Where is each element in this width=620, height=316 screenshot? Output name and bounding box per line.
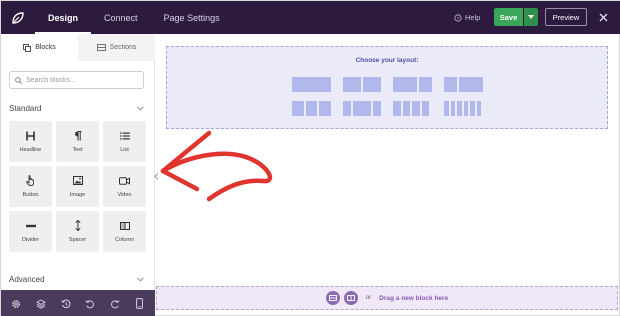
block-label: List bbox=[120, 147, 129, 153]
tab-design[interactable]: Design bbox=[35, 1, 92, 34]
help-link[interactable]: ? Help bbox=[454, 1, 480, 34]
list-icon bbox=[119, 130, 130, 141]
tab-sections-label: Sections bbox=[109, 44, 137, 51]
tab-connect[interactable]: Connect bbox=[91, 1, 151, 34]
sections-icon bbox=[96, 44, 106, 51]
help-label: Help bbox=[465, 13, 481, 22]
block-label: Text bbox=[72, 147, 83, 153]
block-text[interactable]: Text bbox=[56, 121, 99, 162]
save-button[interactable]: Save bbox=[494, 8, 523, 26]
redo-icon[interactable] bbox=[108, 297, 122, 311]
drop-or-label: or bbox=[365, 295, 372, 301]
history-icon[interactable] bbox=[59, 297, 73, 311]
layers-icon[interactable] bbox=[34, 297, 48, 311]
block-label: Divider bbox=[21, 237, 40, 243]
drop-hint-text: Drag a new block here bbox=[379, 294, 449, 302]
block-label: Column bbox=[115, 237, 134, 243]
save-dropdown-button[interactable] bbox=[524, 8, 538, 26]
video-icon bbox=[119, 175, 130, 186]
layout-chooser: Choose your layout: bbox=[166, 46, 608, 129]
block-headline[interactable]: Headline bbox=[9, 121, 52, 162]
layout-option-4-col[interactable] bbox=[393, 101, 429, 116]
tab-blocks-label: Blocks bbox=[35, 44, 56, 51]
advanced-label: Advanced bbox=[9, 274, 45, 284]
advanced-section-toggle[interactable]: Advanced bbox=[9, 272, 144, 286]
add-row-button[interactable] bbox=[343, 291, 358, 305]
divider-icon bbox=[25, 220, 36, 231]
save-group: Save bbox=[494, 8, 538, 26]
sidebar-tabs: Blocks Sections bbox=[1, 34, 155, 61]
top-bar: Design Connect Page Settings ? Help Save… bbox=[1, 1, 620, 34]
chevron-down-icon bbox=[137, 276, 144, 282]
help-icon: ? bbox=[454, 13, 462, 21]
block-spacer[interactable]: Spacer bbox=[56, 211, 99, 252]
svg-text:?: ? bbox=[457, 15, 460, 21]
block-column[interactable]: Column bbox=[103, 211, 146, 252]
block-image[interactable]: Image bbox=[56, 166, 99, 207]
chevron-down-icon bbox=[137, 105, 144, 111]
columns-icon bbox=[346, 295, 355, 301]
layout-option-3-col[interactable] bbox=[292, 101, 331, 116]
drop-zone[interactable]: or Drag a new block here bbox=[156, 286, 618, 310]
spacer-icon bbox=[74, 220, 81, 231]
settings-icon[interactable] bbox=[9, 297, 23, 311]
standard-label: Standard bbox=[9, 103, 42, 113]
seedprod-logo-icon[interactable] bbox=[1, 1, 35, 34]
column-icon bbox=[119, 220, 130, 231]
layout-option-6-col[interactable] bbox=[444, 101, 481, 116]
block-divider[interactable]: Divider bbox=[9, 211, 52, 252]
block-label: Image bbox=[69, 192, 86, 198]
search-input[interactable] bbox=[26, 76, 136, 84]
search-icon bbox=[15, 76, 22, 84]
layout-option-2-col[interactable] bbox=[343, 77, 381, 92]
block-label: Button bbox=[22, 192, 39, 198]
tab-page-settings[interactable]: Page Settings bbox=[151, 1, 233, 34]
block-video[interactable]: Video bbox=[103, 166, 146, 207]
preview-button[interactable]: Preview bbox=[545, 8, 587, 26]
search-box bbox=[9, 71, 144, 89]
block-label: Headline bbox=[19, 147, 42, 153]
undo-icon[interactable] bbox=[83, 297, 97, 311]
layout-title: Choose your layout: bbox=[355, 57, 419, 64]
block-list[interactable]: List bbox=[103, 121, 146, 162]
block-label: Spacer bbox=[68, 237, 87, 243]
block-label: Video bbox=[117, 192, 132, 198]
headline-icon bbox=[26, 130, 35, 141]
mobile-icon[interactable] bbox=[133, 297, 147, 311]
layout-option-2-col-wide-left[interactable] bbox=[393, 77, 432, 92]
left-sidebar: Blocks Sections Standard Headline Text bbox=[1, 34, 155, 316]
image-icon bbox=[72, 175, 83, 186]
pointer-icon bbox=[26, 175, 35, 186]
tab-sections[interactable]: Sections bbox=[78, 34, 155, 61]
add-section-button[interactable] bbox=[325, 291, 340, 305]
tab-blocks[interactable]: Blocks bbox=[1, 34, 78, 61]
section-icon bbox=[328, 295, 337, 301]
main-tabs: Design Connect Page Settings bbox=[35, 1, 233, 34]
builder-app: Design Connect Page Settings ? Help Save… bbox=[0, 0, 620, 316]
blocks-icon bbox=[23, 43, 32, 52]
standard-section-toggle[interactable]: Standard bbox=[9, 101, 144, 115]
close-icon[interactable] bbox=[595, 9, 611, 25]
blocks-grid: Headline Text List Button Image Video Di… bbox=[9, 121, 146, 252]
paragraph-icon bbox=[74, 130, 82, 141]
layout-option-2-col-wide-right[interactable] bbox=[444, 77, 483, 92]
caret-down-icon bbox=[528, 15, 534, 19]
annotation-arrow-icon bbox=[160, 130, 273, 202]
bottom-toolbar bbox=[1, 290, 155, 316]
block-button[interactable]: Button bbox=[9, 166, 52, 207]
layout-option-1-col[interactable] bbox=[292, 77, 331, 92]
layout-option-3-col-wide-mid[interactable] bbox=[343, 101, 381, 116]
